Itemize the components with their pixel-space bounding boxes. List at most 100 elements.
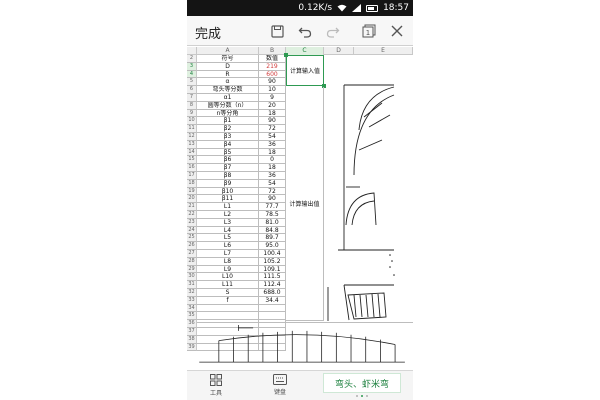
row-number[interactable]: 32 — [187, 289, 197, 297]
row-number[interactable]: 28 — [187, 257, 197, 266]
redo-button[interactable] — [323, 21, 343, 41]
keyboard-button[interactable]: 键盘 — [265, 374, 295, 400]
cell-symbol[interactable]: β2 — [197, 125, 259, 133]
row-number[interactable]: 36 — [187, 320, 197, 328]
column-header-b[interactable]: B — [259, 47, 286, 55]
row-number[interactable]: 35 — [187, 312, 197, 321]
cell-value[interactable]: 数值 — [259, 55, 286, 63]
row-number[interactable]: 30 — [187, 273, 197, 282]
cell-symbol[interactable]: β3 — [197, 133, 259, 141]
miter-development-drawing[interactable] — [197, 322, 413, 370]
cell-value[interactable]: 54 — [259, 133, 286, 141]
sheet-switcher-button[interactable]: 1 — [359, 21, 379, 41]
cell-symbol[interactable]: 圆等分数（n） — [197, 101, 259, 110]
cell-symbol[interactable]: α1 — [197, 94, 259, 102]
row-number[interactable]: 12 — [187, 133, 197, 141]
row-number[interactable]: 26 — [187, 242, 197, 250]
row-number[interactable]: 7 — [187, 94, 197, 102]
cell-value[interactable]: 81.0 — [259, 218, 286, 227]
cell-value[interactable]: 600 — [259, 70, 286, 79]
cell-symbol[interactable]: β8 — [197, 172, 259, 180]
cell-value[interactable]: 72 — [259, 125, 286, 133]
cell-value[interactable]: 78.5 — [259, 211, 286, 219]
cell-symbol[interactable]: β6 — [197, 156, 259, 165]
row-number[interactable]: 18 — [187, 179, 197, 188]
cell-symbol[interactable]: 符号 — [197, 55, 259, 63]
row-number[interactable]: 24 — [187, 226, 197, 235]
cell-value[interactable]: 109.1 — [259, 265, 286, 274]
row-number[interactable]: 8 — [187, 101, 197, 110]
cell-value[interactable]: 95.0 — [259, 242, 286, 250]
row-number[interactable]: 16 — [187, 164, 197, 172]
cell-value[interactable]: 111.5 — [259, 273, 286, 282]
cell-symbol[interactable]: α — [197, 78, 259, 87]
cell-value[interactable]: 77.7 — [259, 203, 286, 211]
cell-symbol[interactable]: f — [197, 296, 259, 305]
row-number[interactable]: 27 — [187, 250, 197, 258]
cell-value[interactable]: 20 — [259, 101, 286, 110]
cell-value[interactable]: 18 — [259, 148, 286, 157]
cell-symbol[interactable]: n等分角 — [197, 109, 259, 118]
cell-symbol[interactable] — [197, 312, 259, 321]
cell-symbol[interactable]: L8 — [197, 257, 259, 266]
row-number[interactable]: 13 — [187, 140, 197, 149]
cell-symbol[interactable]: D — [197, 62, 259, 71]
row-number[interactable]: 9 — [187, 109, 197, 118]
row-number[interactable]: 38 — [187, 335, 197, 344]
cell-symbol[interactable] — [197, 304, 259, 313]
row-number[interactable]: 19 — [187, 187, 197, 196]
cell-symbol[interactable]: L3 — [197, 218, 259, 227]
row-number[interactable]: 33 — [187, 296, 197, 305]
row-number[interactable]: 23 — [187, 218, 197, 227]
cell-value[interactable]: 36 — [259, 140, 286, 149]
cell-symbol[interactable]: R — [197, 70, 259, 79]
cell-symbol[interactable]: L2 — [197, 211, 259, 219]
row-number[interactable]: 5 — [187, 78, 197, 87]
cell-symbol[interactable]: β10 — [197, 187, 259, 196]
cell-value[interactable]: 90 — [259, 195, 286, 204]
row-number[interactable]: 11 — [187, 125, 197, 133]
row-number[interactable]: 31 — [187, 281, 197, 289]
cell-symbol[interactable]: L5 — [197, 234, 259, 243]
row-number[interactable]: 4 — [187, 70, 197, 79]
spreadsheet-grid[interactable]: A B C D E 2 符号 数值 3 D 219 4 R 600 5 α 90 6 弯头等分数 10 7 α1… — [187, 47, 413, 370]
cell-value[interactable]: 18 — [259, 164, 286, 172]
cell-value[interactable]: 84.8 — [259, 226, 286, 235]
cell-value[interactable]: 89.7 — [259, 234, 286, 243]
cell-symbol[interactable]: L1 — [197, 203, 259, 211]
row-number[interactable]: 17 — [187, 172, 197, 180]
cell-value[interactable]: 100.4 — [259, 250, 286, 258]
cell-symbol[interactable]: 弯头等分数 — [197, 86, 259, 94]
cell-symbol[interactable]: L7 — [197, 250, 259, 258]
cell-symbol[interactable]: L10 — [197, 273, 259, 282]
cell-symbol[interactable]: β1 — [197, 117, 259, 126]
cell-symbol[interactable]: β9 — [197, 179, 259, 188]
cell-symbol[interactable]: L4 — [197, 226, 259, 235]
cell-symbol[interactable]: S — [197, 289, 259, 297]
cell-value[interactable]: 36 — [259, 172, 286, 180]
cell-value[interactable]: 0 — [259, 156, 286, 165]
save-button[interactable] — [267, 21, 287, 41]
cell-symbol[interactable]: L9 — [197, 265, 259, 274]
done-button[interactable]: 完成 — [195, 23, 221, 42]
cell-value[interactable] — [259, 312, 286, 321]
column-header-a[interactable]: A — [197, 47, 259, 55]
cell-value[interactable]: 688.0 — [259, 289, 286, 297]
cell-value[interactable] — [259, 304, 286, 313]
undo-button[interactable] — [295, 21, 315, 41]
row-number[interactable]: 14 — [187, 148, 197, 157]
column-header-d[interactable]: D — [324, 47, 354, 55]
cell-value[interactable]: 90 — [259, 78, 286, 87]
row-number[interactable]: 3 — [187, 62, 197, 71]
row-number[interactable]: 25 — [187, 234, 197, 243]
cell-symbol[interactable]: L11 — [197, 281, 259, 289]
row-number[interactable]: 39 — [187, 343, 197, 352]
cell-value[interactable]: 54 — [259, 179, 286, 188]
row-number[interactable]: 2 — [187, 55, 197, 63]
cell-symbol[interactable]: β4 — [197, 140, 259, 149]
row-number[interactable]: 21 — [187, 203, 197, 211]
row-number[interactable]: 29 — [187, 265, 197, 274]
row-number[interactable]: 34 — [187, 304, 197, 313]
row-number[interactable]: 15 — [187, 156, 197, 165]
sheet-tab[interactable]: 弯头、虾米弯 — [323, 373, 401, 393]
